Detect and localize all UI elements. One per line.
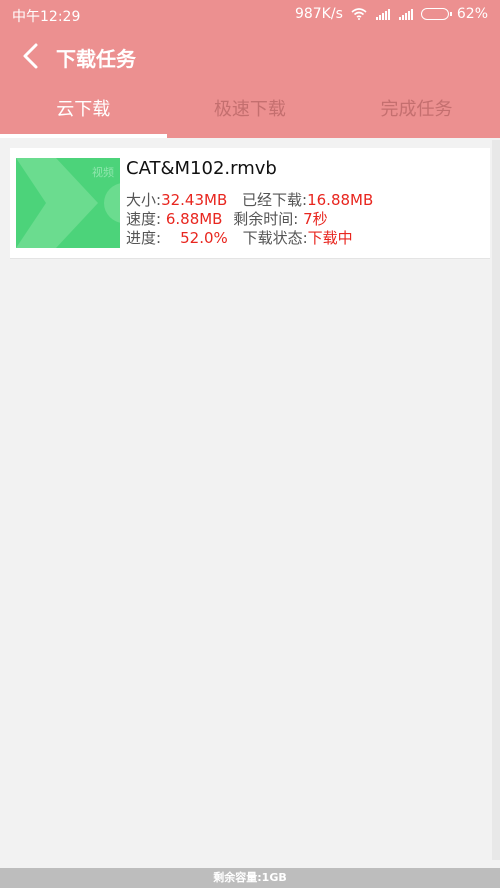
- tab-fast-download[interactable]: 极速下载: [167, 88, 334, 138]
- storage-footer: 剩余容量:1GB: [0, 868, 500, 888]
- speed-value: 6.88MB: [165, 210, 223, 228]
- speed-label: 速度:: [126, 210, 162, 228]
- tab-completed[interactable]: 完成任务: [333, 88, 500, 138]
- task-details: 大小:32.43MB 已经下载:16.88MB 速度: 6.88MB 剩余时间:…: [126, 191, 373, 248]
- status-bar: 中午12:29 987K/s 62%: [0, 0, 500, 30]
- detail-row-size: 大小:32.43MB 已经下载:16.88MB: [126, 191, 373, 210]
- tab-cloud-download[interactable]: 云下载: [0, 88, 167, 138]
- state-value: 下载中: [307, 229, 353, 247]
- detail-row-progress: 进度: 52.0% 下载状态:下载中: [126, 229, 373, 248]
- state-label: 下载状态:: [242, 229, 308, 247]
- network-speed: 987K/s: [294, 6, 343, 22]
- title-bar: 下载任务: [0, 36, 500, 76]
- progress-label: 进度:: [126, 229, 162, 247]
- downloaded-label: 已经下载:: [242, 191, 308, 209]
- scrollbar[interactable]: [492, 140, 500, 860]
- progress-value: 52.0%: [180, 229, 228, 247]
- status-time: 中午12:29: [12, 9, 81, 25]
- download-task-item[interactable]: 视频 CAT&M102.rmvb 大小:32.43MB 已经下载:16.88MB…: [10, 148, 490, 259]
- battery-level: 62%: [456, 6, 488, 22]
- remaining-label: 剩余时间:: [233, 210, 299, 228]
- thumbnail-tag: 视频: [92, 166, 114, 179]
- downloaded-value: 16.88MB: [307, 191, 374, 209]
- size-value: 32.43MB: [161, 191, 228, 209]
- back-arrow-icon[interactable]: [18, 42, 44, 70]
- size-label: 大小:: [126, 191, 162, 209]
- detail-row-speed: 速度: 6.88MB 剩余时间: 7秒: [126, 210, 373, 229]
- file-name: CAT&M102.rmvb: [126, 158, 277, 179]
- signal-icon-2: [398, 8, 413, 20]
- status-indicators: 987K/s 62%: [287, 6, 488, 22]
- tab-bar: 云下载 极速下载 完成任务: [0, 88, 500, 138]
- remaining-value: 7秒: [303, 210, 328, 228]
- video-thumbnail: 视频: [16, 158, 120, 248]
- app-header: 中午12:29 987K/s 62% 下载任务 云下载 极速下载 完成任务: [0, 0, 500, 138]
- signal-icon-1: [375, 8, 390, 20]
- page-title: 下载任务: [56, 47, 136, 71]
- battery-icon: [420, 8, 452, 20]
- wifi-icon: [351, 8, 367, 20]
